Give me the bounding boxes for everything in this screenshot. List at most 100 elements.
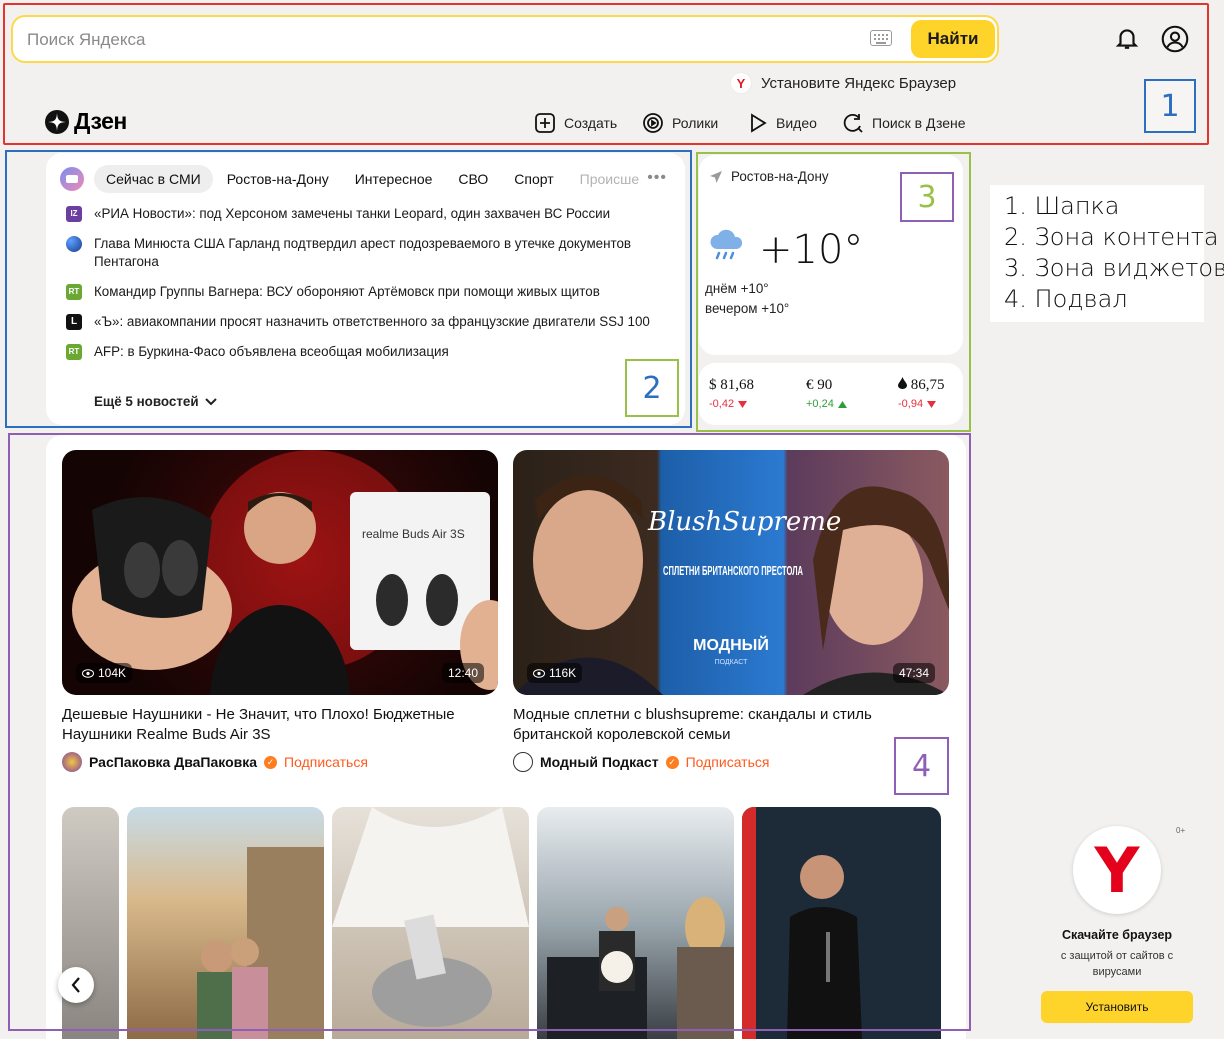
news-tabs: Сейчас в СМИ Ростов-на-Дону Интересное С… xyxy=(60,165,651,193)
short-clip-image xyxy=(742,807,862,1039)
short-clip-image xyxy=(547,897,734,1039)
annotation-number: 2 xyxy=(625,359,679,417)
video-title[interactable]: Модные сплетни с blushsupreme: скандалы … xyxy=(513,705,943,745)
nav-video-label: Видео xyxy=(776,115,817,131)
overlay-brand-text: МОДНЫЙ xyxy=(693,635,769,654)
source-rt-icon: RT xyxy=(66,284,82,300)
browser-promo-subtitle: с защитой от сайтов с вирусами xyxy=(1060,950,1174,978)
more-dots-icon[interactable]: ••• xyxy=(647,169,667,187)
video-card-thumbnail[interactable]: realme Buds Air 3S 104K 12:40 xyxy=(62,450,498,695)
install-browser-button[interactable]: Установить xyxy=(1041,991,1193,1023)
rates-widget[interactable]: $ 81,68 -0,42 € 90 +0,24 86,75 -0,94 xyxy=(699,363,963,425)
search-refresh-icon xyxy=(843,113,863,133)
nav-create[interactable]: Создать xyxy=(534,110,617,136)
verified-check-icon: ✓ xyxy=(264,755,278,769)
chevron-down-icon xyxy=(204,397,217,405)
rate-eur-value: € 90 xyxy=(806,377,833,393)
tab-rostov[interactable]: Ростов-на-Дону xyxy=(215,165,341,193)
tab-sport[interactable]: Спорт xyxy=(502,165,565,193)
video-title[interactable]: Дешевые Наушники - Не Значит, что Плохо!… xyxy=(62,705,492,745)
plus-square-icon xyxy=(535,113,555,133)
news-list: IZ «РИА Новости»: под Херсоном замечены … xyxy=(66,205,656,373)
weather-temp: +10° xyxy=(759,227,864,273)
news-item-text: Командир Группы Вагнера: ВСУ обороняют А… xyxy=(94,284,600,299)
legend-panel: 1. Шапка 2. Зона контента 3. Зона виджет… xyxy=(990,185,1224,322)
clips-icon xyxy=(643,113,663,133)
more-news-button[interactable]: Ещё 5 новостей xyxy=(94,394,217,409)
nav-search-dzen-label: Поиск в Дзене xyxy=(872,115,966,131)
tab-svo[interactable]: СВО xyxy=(446,165,500,193)
video-card-thumbnail[interactable]: BlushSupreme СПЛЕТНИ БРИТАНСКОГО ПРЕСТОЛ… xyxy=(513,450,949,695)
rate-oil[interactable]: 86,75 -0,94 xyxy=(898,377,945,410)
feed: realme Buds Air 3S 104K 12:40 Дешевые На… xyxy=(46,435,966,1039)
age-rating: 0+ xyxy=(1176,826,1186,835)
arrow-up-icon xyxy=(837,400,847,408)
news-item[interactable]: Глава Минюста США Гарланд подтвердил аре… xyxy=(66,235,656,271)
nav-create-label: Создать xyxy=(564,115,618,131)
play-icon xyxy=(751,113,767,133)
subscribe-button[interactable]: Подписаться xyxy=(686,754,770,770)
channel-avatar[interactable] xyxy=(513,752,533,772)
dzen-logo-text: Дзен xyxy=(74,108,127,134)
news-item[interactable]: RT Командир Группы Вагнера: ВСУ обороняю… xyxy=(66,283,656,301)
dzen-logo[interactable]: Дзен xyxy=(45,108,127,135)
short-clip-thumbnail[interactable] xyxy=(742,807,941,1039)
video-thumbnail-image: BlushSupreme СПЛЕТНИ БРИТАНСКОГО ПРЕСТОЛ… xyxy=(513,475,949,695)
bell-icon[interactable] xyxy=(1114,25,1140,51)
short-clip-image xyxy=(197,847,324,1039)
profile-icon[interactable] xyxy=(1161,25,1189,53)
legend-item: 4. Подвал xyxy=(1004,285,1128,313)
rate-usd[interactable]: $ 81,68 -0,42 xyxy=(709,377,754,410)
weather-city: Ростов-на-Дону xyxy=(709,169,829,184)
yandex-browser-icon: Y xyxy=(731,73,751,93)
source-izvestia-icon: IZ xyxy=(66,206,82,222)
overlay-title-text: СПЛЕТНИ БРИТАНСКОГО ПРЕСТОЛА xyxy=(663,563,803,578)
more-news-label: Ещё 5 новостей xyxy=(94,394,199,409)
rate-eur[interactable]: € 90 +0,24 xyxy=(806,377,847,410)
tab-interesting[interactable]: Интересное xyxy=(343,165,445,193)
channel-avatar[interactable] xyxy=(62,752,82,772)
nav-clips[interactable]: Ролики xyxy=(642,110,718,136)
news-item[interactable]: L «Ъ»: авиакомпании просят назначить отв… xyxy=(66,313,656,331)
channel-name[interactable]: Модный Подкаст xyxy=(540,754,659,770)
nav-search-dzen[interactable]: Поиск в Дзене xyxy=(842,110,966,136)
rate-oil-value-text: 86,75 xyxy=(910,377,945,393)
short-clip-thumbnail[interactable] xyxy=(62,807,119,1039)
source-globe-icon xyxy=(66,236,82,252)
rate-usd-delta: -0,42 xyxy=(709,398,754,410)
weather-evening: вечером +10° xyxy=(705,301,790,316)
rate-oil-value: 86,75 xyxy=(898,377,945,394)
yandex-browser-logo[interactable]: Y xyxy=(1073,826,1161,914)
chevron-left-icon xyxy=(71,977,80,993)
tab-incidents[interactable]: Происше xyxy=(568,165,651,193)
dzen-star-icon xyxy=(45,109,69,134)
browser-install-link[interactable]: Y Установите Яндекс Браузер xyxy=(731,71,956,95)
oil-drop-icon xyxy=(898,377,907,389)
news-item[interactable]: RT AFP: в Буркина-Фасо объявлена всеобща… xyxy=(66,343,656,361)
keyboard-icon[interactable] xyxy=(870,30,892,46)
news-item[interactable]: IZ «РИА Новости»: под Херсоном замечены … xyxy=(66,205,656,223)
tab-now-in-media[interactable]: Сейчас в СМИ xyxy=(94,165,213,193)
subscribe-button[interactable]: Подписаться xyxy=(284,754,368,770)
views-count: 116K xyxy=(549,666,577,680)
short-clip-thumbnail[interactable] xyxy=(332,807,529,1039)
eye-icon xyxy=(82,668,94,678)
overlay-brand-sub-text: ПОДКАСТ xyxy=(715,659,748,666)
news-item-text: «Ъ»: авиакомпании просят назначить ответ… xyxy=(94,314,650,329)
search-button[interactable]: Найти xyxy=(911,20,995,58)
short-clip-thumbnail[interactable] xyxy=(537,807,734,1039)
legend-item: 1. Шапка xyxy=(1004,192,1120,220)
box-label: realme Buds Air 3S xyxy=(362,527,465,541)
annotation-number: 1 xyxy=(1144,79,1196,133)
search-box[interactable]: Найти xyxy=(11,15,999,63)
weather-day: днём +10° xyxy=(705,281,769,296)
short-clip-thumbnail[interactable] xyxy=(127,807,324,1039)
rate-usd-value: $ 81,68 xyxy=(709,377,754,393)
search-input[interactable] xyxy=(27,28,847,52)
channel-row: РасПаковка ДваПаковка ✓ Подписаться xyxy=(62,752,368,772)
carousel-prev-button[interactable] xyxy=(58,967,94,1003)
channel-name[interactable]: РасПаковка ДваПаковка xyxy=(89,754,257,770)
nav-video[interactable]: Видео xyxy=(746,110,817,136)
news-item-text: Глава Минюста США Гарланд подтвердил аре… xyxy=(94,236,632,269)
weather-city-label: Ростов-на-Дону xyxy=(731,169,829,184)
